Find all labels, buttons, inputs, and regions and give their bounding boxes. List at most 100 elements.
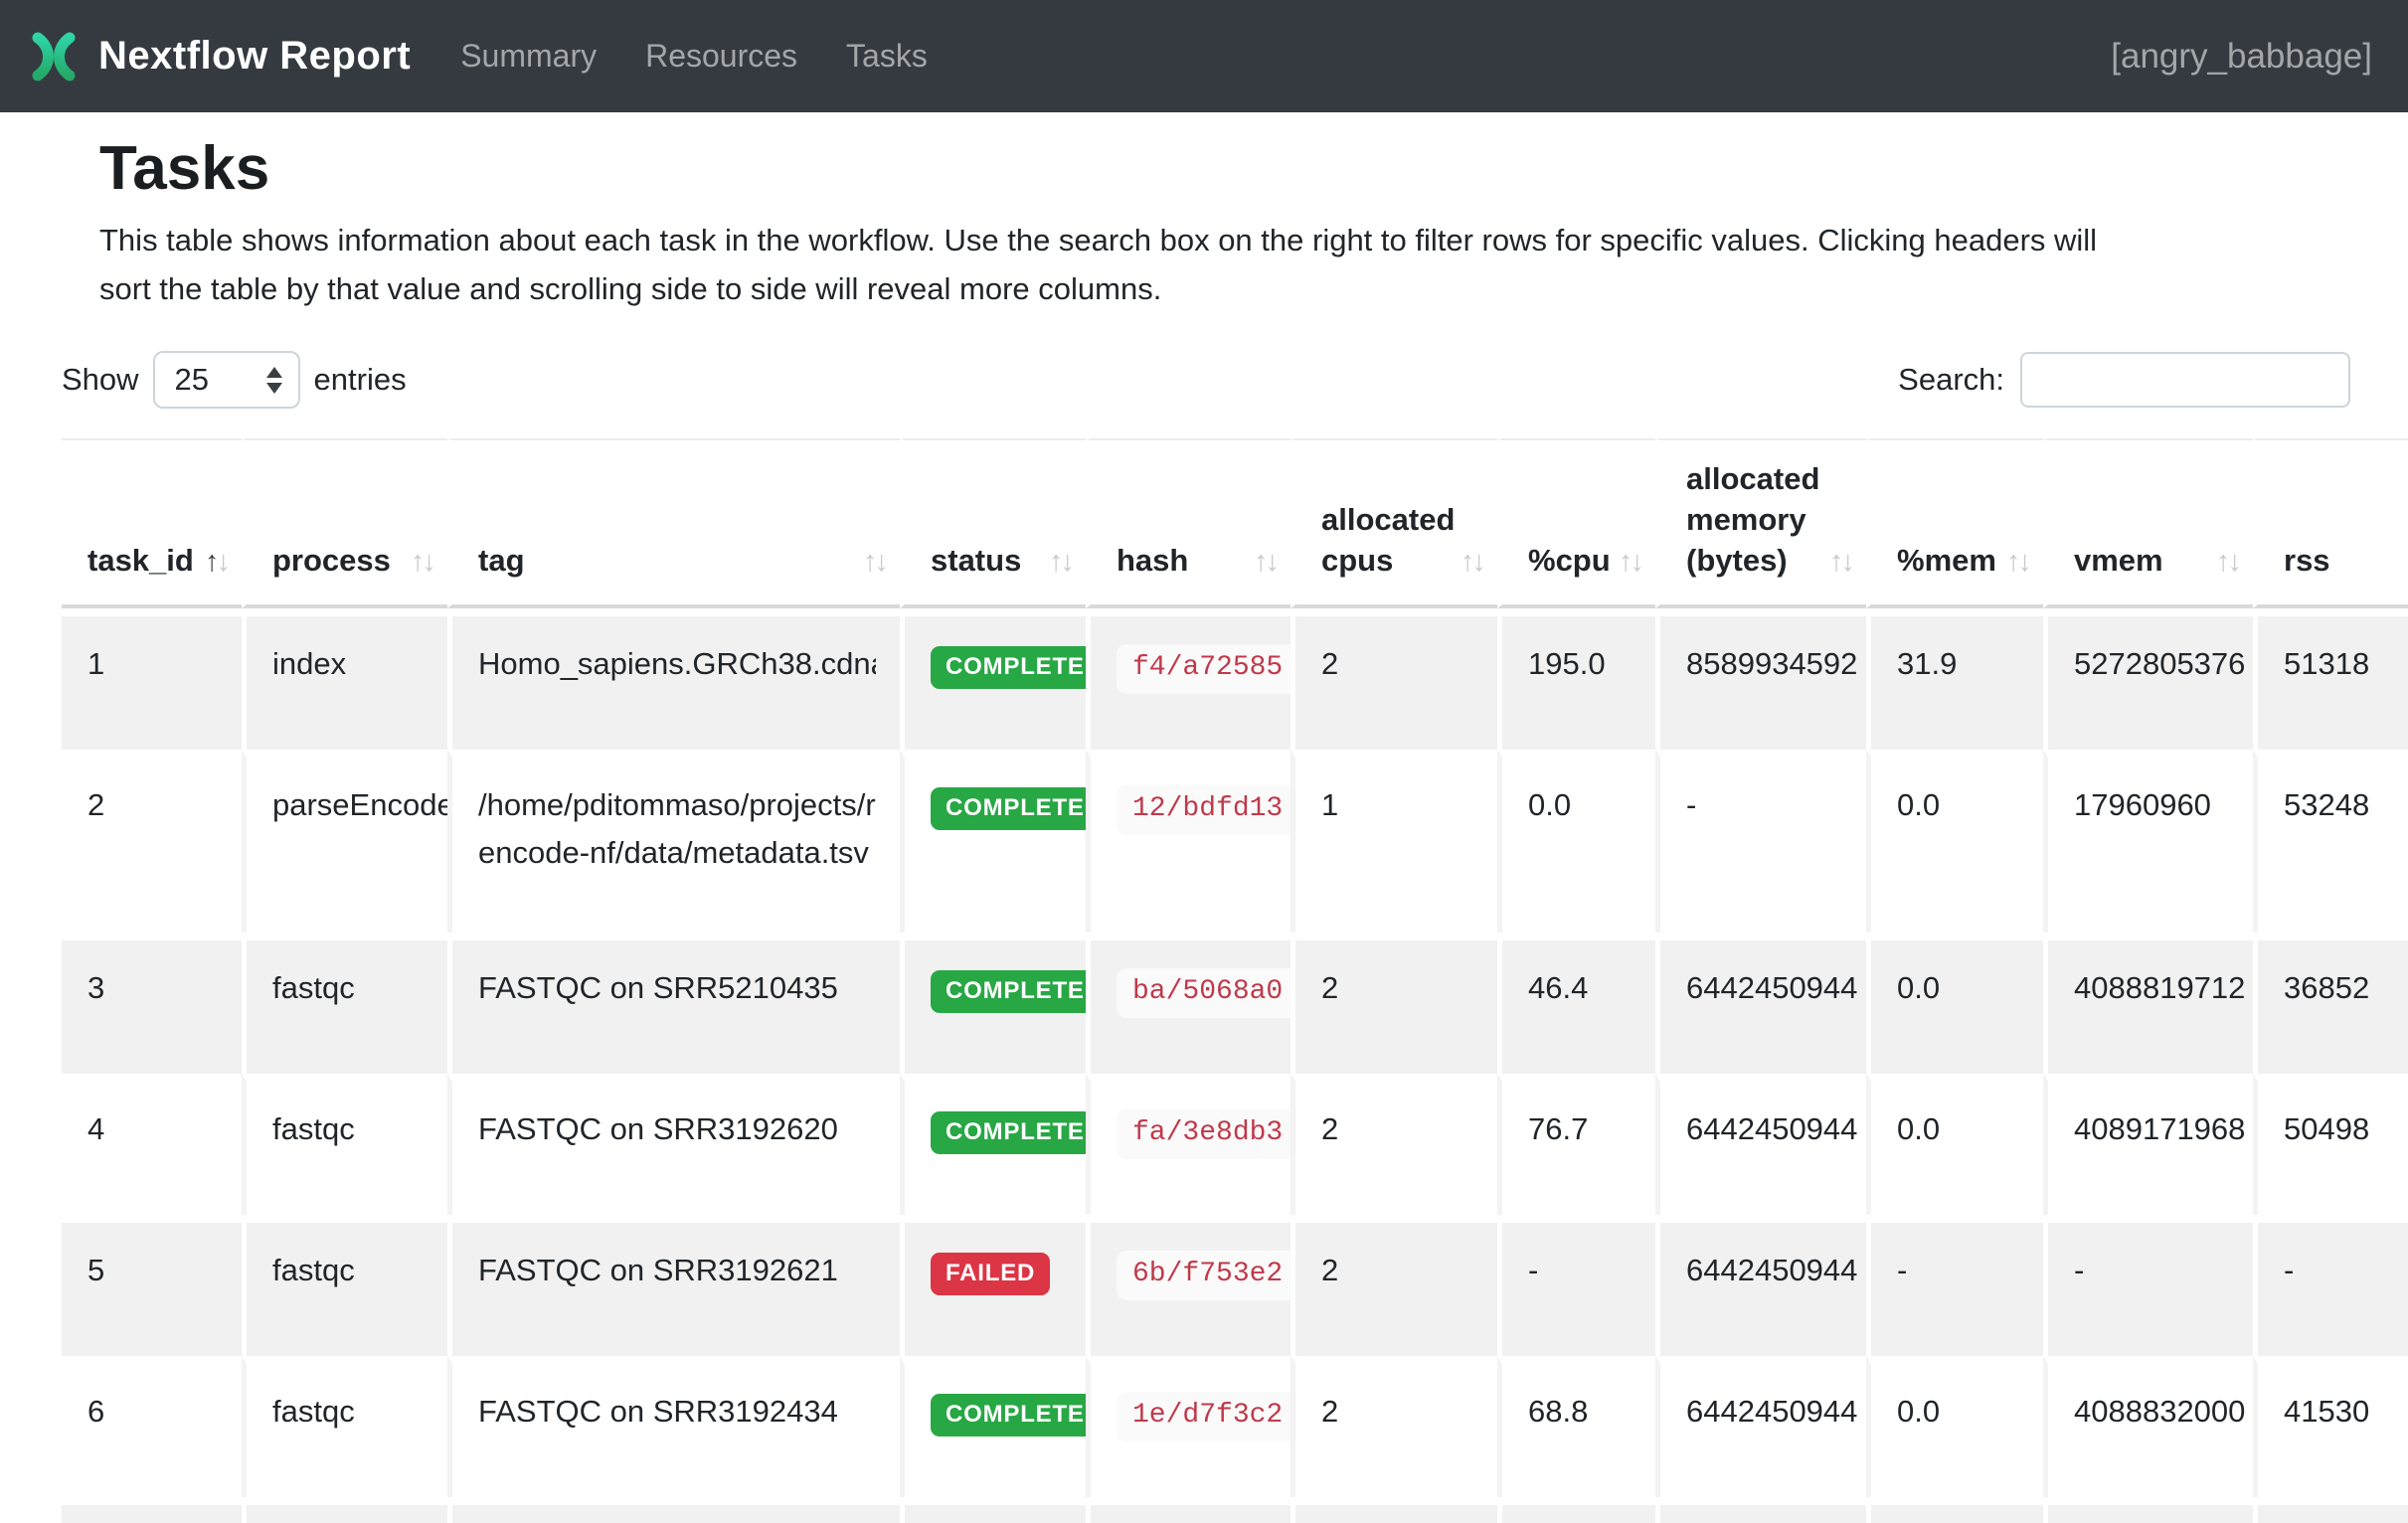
cell-task_id: 6 bbox=[62, 1356, 242, 1497]
column-header-label: hash bbox=[1117, 543, 1188, 578]
column-header-rss[interactable]: rss↑↓ bbox=[2253, 438, 2408, 608]
column-header-allocated_cpus[interactable]: allocated cpus↑↓ bbox=[1290, 438, 1497, 608]
navbar-brand[interactable]: Nextflow Report bbox=[31, 30, 411, 84]
cell-allocated_cpus: 2 bbox=[1290, 1215, 1497, 1356]
cell-tag: FASTQC on SRR3192433 bbox=[447, 1497, 900, 1523]
cell-allocated_memory_bytes: - bbox=[1655, 750, 1866, 932]
cell-pct_mem: 31.9 bbox=[1866, 608, 2043, 750]
cell-tag: FASTQC on SRR3192434 bbox=[447, 1356, 900, 1497]
column-header-label: process bbox=[272, 543, 391, 578]
page-description-line1: This table shows information about each … bbox=[99, 223, 2097, 257]
cell-pct_mem: - bbox=[1866, 1215, 2043, 1356]
cell-pct_mem: 0.0 bbox=[1866, 1497, 2043, 1523]
sort-icon: ↑↓ bbox=[863, 542, 886, 583]
hash-code: f4/a72585 bbox=[1117, 644, 1290, 694]
search-input[interactable] bbox=[2020, 352, 2350, 408]
cell-allocated_cpus: 1 bbox=[1290, 750, 1497, 932]
entries-label: entries bbox=[314, 362, 407, 398]
cell-allocated_cpus: 2 bbox=[1290, 932, 1497, 1074]
table-row: 3fastqcFASTQC on SRR5210435COMPLETEDba/5… bbox=[62, 932, 2408, 1074]
table-row: 2parseEncode/home/pditommaso/projects/rn… bbox=[62, 750, 2408, 932]
cell-allocated_memory_bytes: 6442450944 bbox=[1655, 1074, 1866, 1215]
cell-process: fastqc bbox=[242, 1215, 447, 1356]
cell-status: COMPLETED bbox=[900, 1074, 1086, 1215]
column-header-pct_cpu[interactable]: %cpu↑↓ bbox=[1497, 438, 1655, 608]
cell-task_id: 4 bbox=[62, 1074, 242, 1215]
status-badge: FAILED bbox=[931, 1253, 1050, 1295]
cell-vmem: 5272805376 bbox=[2043, 608, 2253, 750]
cell-rss: 53248 bbox=[2253, 750, 2408, 932]
cell-allocated_memory_bytes: 8589934592 bbox=[1655, 608, 1866, 750]
cell-pct_cpu: 195.0 bbox=[1497, 608, 1655, 750]
nav-link-tasks[interactable]: Tasks bbox=[846, 38, 928, 75]
cell-pct_mem: 0.0 bbox=[1866, 1356, 2043, 1497]
cell-allocated_memory_bytes: 6442450944 bbox=[1655, 932, 1866, 1074]
table-controls: Show 25 entries Search: bbox=[62, 351, 2350, 409]
table-header-row: task_id↑↓process↑↓tag↑↓status↑↓hash↑↓all… bbox=[62, 438, 2408, 608]
cell-allocated_cpus: 2 bbox=[1290, 1356, 1497, 1497]
page-title: Tasks bbox=[99, 134, 2348, 204]
cell-pct_cpu: 68.8 bbox=[1497, 1356, 1655, 1497]
page-description: This table shows information about each … bbox=[99, 216, 2346, 313]
cell-pct_cpu: 76.7 bbox=[1497, 1074, 1655, 1215]
nav-links: Summary Resources Tasks bbox=[460, 38, 928, 75]
search-wrap: Search: bbox=[1898, 352, 2350, 408]
column-header-vmem[interactable]: vmem↑↓ bbox=[2043, 438, 2253, 608]
nextflow-logo-icon bbox=[31, 30, 77, 84]
select-caret-icon bbox=[266, 367, 282, 394]
cell-process: fastqc bbox=[242, 1356, 447, 1497]
table-row: 7fastqcFASTQC on SRR3192433COMPLETED5e/4… bbox=[62, 1497, 2408, 1523]
column-header-task_id[interactable]: task_id↑↓ bbox=[62, 438, 242, 608]
cell-pct_cpu: 0.0 bbox=[1497, 750, 1655, 932]
column-header-status[interactable]: status↑↓ bbox=[900, 438, 1086, 608]
cell-vmem: - bbox=[2043, 1215, 2253, 1356]
status-badge: COMPLETED bbox=[931, 787, 1086, 830]
page-length-select[interactable]: 25 bbox=[153, 351, 300, 409]
cell-rss: 41530 bbox=[2253, 1356, 2408, 1497]
nav-link-summary[interactable]: Summary bbox=[460, 38, 597, 75]
cell-process: index bbox=[242, 608, 447, 750]
run-name: [angry_babbage] bbox=[2111, 37, 2372, 77]
column-header-process[interactable]: process ↑↓ bbox=[242, 438, 447, 608]
cell-task_id: 2 bbox=[62, 750, 242, 932]
sort-icon: ↑↓ bbox=[1619, 542, 1641, 583]
cell-pct_mem: 0.0 bbox=[1866, 1074, 2043, 1215]
cell-process: parseEncode bbox=[242, 750, 447, 932]
cell-vmem: 4089171968 bbox=[2043, 1074, 2253, 1215]
page-length-value: 25 bbox=[175, 362, 209, 398]
column-header-label: allocated memory (bytes) bbox=[1686, 461, 1819, 578]
cell-status: COMPLETED bbox=[900, 1356, 1086, 1497]
column-header-hash[interactable]: hash↑↓ bbox=[1086, 438, 1290, 608]
cell-pct_cpu: 46.4 bbox=[1497, 932, 1655, 1074]
cell-process: fastqc bbox=[242, 932, 447, 1074]
column-header-label: rss bbox=[2284, 543, 2330, 578]
cell-vmem: 4088819712 bbox=[2043, 932, 2253, 1074]
table-row: 6fastqcFASTQC on SRR3192434COMPLETED1e/d… bbox=[62, 1356, 2408, 1497]
cell-task_id: 3 bbox=[62, 932, 242, 1074]
tasks-table-wrap[interactable]: task_id↑↓process↑↓tag↑↓status↑↓hash↑↓all… bbox=[62, 438, 2408, 1523]
hash-code: ba/5068a0 bbox=[1117, 968, 1290, 1018]
cell-allocated_memory_bytes: 6442450944 bbox=[1655, 1215, 1866, 1356]
table-row: 1indexHomo_sapiens.GRCh38.cdna.all.fa.gz… bbox=[62, 608, 2408, 750]
brand-title: Nextflow Report bbox=[98, 34, 411, 79]
sort-icon: ↑↓ bbox=[411, 542, 433, 583]
column-header-label: tag bbox=[478, 543, 525, 578]
column-header-label: vmem bbox=[2074, 543, 2163, 578]
column-header-label: %cpu bbox=[1528, 543, 1611, 578]
status-badge: COMPLETED bbox=[931, 646, 1086, 689]
nav-link-resources[interactable]: Resources bbox=[645, 38, 797, 75]
cell-tag: FASTQC on SRR5210435 bbox=[447, 932, 900, 1074]
cell-allocated_memory_bytes: 6442450944 bbox=[1655, 1356, 1866, 1497]
column-header-pct_mem[interactable]: %mem↑↓ bbox=[1866, 438, 2043, 608]
column-header-label: allocated cpus bbox=[1321, 502, 1455, 578]
cell-status: COMPLETED bbox=[900, 1497, 1086, 1523]
column-header-tag[interactable]: tag ↑↓ bbox=[447, 438, 900, 608]
cell-pct_mem: 0.0 bbox=[1866, 932, 2043, 1074]
cell-tag: FASTQC on SRR3192621 bbox=[447, 1215, 900, 1356]
cell-pct_cpu: - bbox=[1497, 1215, 1655, 1356]
cell-allocated_cpus: 2 bbox=[1290, 608, 1497, 750]
cell-hash: 12/bdfd13 bbox=[1086, 750, 1290, 932]
cell-process: fastqc bbox=[242, 1074, 447, 1215]
title-block: Tasks This table shows information about… bbox=[99, 134, 2348, 313]
column-header-allocated_memory_bytes[interactable]: allocated memory (bytes)↑↓ bbox=[1655, 438, 1866, 608]
